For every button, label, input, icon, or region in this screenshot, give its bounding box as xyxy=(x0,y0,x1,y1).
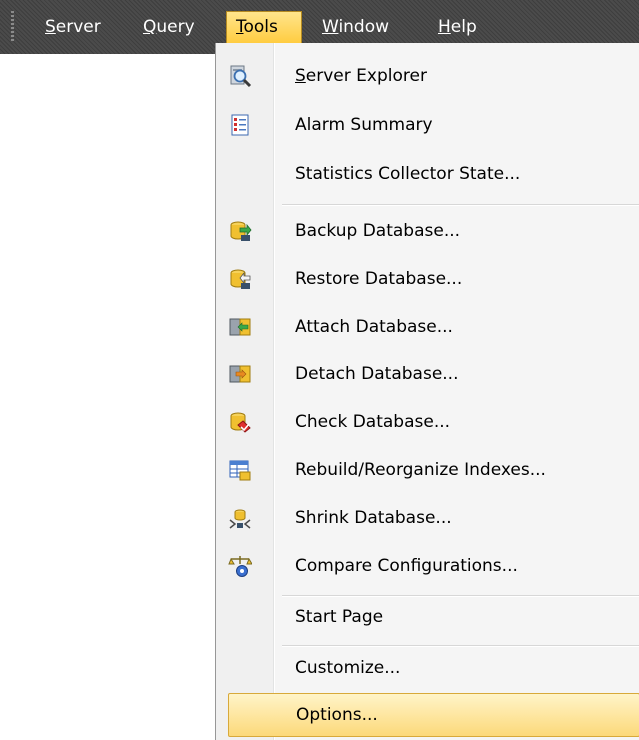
rebuild-indexes-icon xyxy=(229,460,251,481)
menu-item-label: Customize... xyxy=(295,658,401,678)
menu-server-accel: S xyxy=(45,17,56,37)
menu-window-accel: W xyxy=(322,17,339,37)
menu-server[interactable]: Server xyxy=(36,11,110,43)
menu-tools-accel: T xyxy=(236,17,244,37)
menu-item-label: Alarm Summary xyxy=(295,115,433,135)
menu-item-label: Shrink Database... xyxy=(295,508,452,528)
menu-item-label: Statistics Collector State... xyxy=(295,164,521,184)
restore-database-icon xyxy=(230,269,251,289)
detach-database-icon xyxy=(229,365,251,383)
magnifier-server-icon xyxy=(230,65,252,88)
menu-query-accel: Q xyxy=(143,17,157,37)
menu-tools[interactable]: Tools xyxy=(226,11,302,43)
menu-item-customize[interactable]: Customize... xyxy=(216,645,639,691)
shrink-database-icon xyxy=(229,509,251,529)
menu-query[interactable]: Query xyxy=(134,11,204,43)
menu-item-label: Compare Configurations... xyxy=(295,556,518,576)
toolbar-grip[interactable] xyxy=(11,11,14,43)
menu-item-label: Rebuild/Reorganize Indexes... xyxy=(295,460,546,480)
menu-server-label: erver xyxy=(55,17,101,37)
menu-separator xyxy=(282,204,639,206)
menu-item-check-database[interactable]: Check Database... xyxy=(216,399,639,445)
alarm-list-icon xyxy=(231,114,249,136)
attach-database-icon xyxy=(229,318,251,336)
menu-item-shrink-database[interactable]: Shrink Database... xyxy=(216,495,639,541)
menu-window[interactable]: Window xyxy=(313,11,398,43)
menu-window-label: indow xyxy=(338,17,390,37)
menu-tools-label: ools xyxy=(243,17,278,37)
menu-item-statistics-collector-state[interactable]: Statistics Collector State... xyxy=(216,151,639,197)
backup-database-icon xyxy=(230,221,252,241)
menu-item-label: Detach Database... xyxy=(295,364,459,384)
menu-item-label: Start Page xyxy=(295,607,384,627)
menu-item-detach-database[interactable]: Detach Database... xyxy=(216,351,639,397)
menu-query-label: uery xyxy=(156,17,195,37)
menu-item-label: Backup Database... xyxy=(295,221,461,241)
menu-item-alarm-summary[interactable]: Alarm Summary xyxy=(216,102,639,148)
menu-item-backup-database[interactable]: Backup Database... xyxy=(216,208,639,254)
menu-item-restore-database[interactable]: Restore Database... xyxy=(216,256,639,302)
menu-item-label: Options... xyxy=(296,705,378,725)
menu-item-label: Restore Database... xyxy=(295,269,463,289)
compare-configurations-icon xyxy=(228,556,252,577)
menu-help[interactable]: Help xyxy=(429,11,486,43)
menu-help-accel: H xyxy=(438,17,451,37)
menu-item-compare-configurations[interactable]: Compare Configurations... xyxy=(216,543,639,589)
menu-item-rebuild-reorganize-indexes[interactable]: Rebuild/Reorganize Indexes... xyxy=(216,447,639,493)
menu-help-label: elp xyxy=(450,17,477,37)
menu-item-options[interactable]: Options... xyxy=(228,693,639,737)
menu-item-label: Server Explorer xyxy=(295,66,427,86)
menu-item-start-page[interactable]: Start Page xyxy=(216,594,639,640)
menu-item-server-explorer[interactable]: Server Explorer xyxy=(216,53,639,99)
tools-dropdown-menu: Server Explorer Alarm Summary Statistics… xyxy=(215,43,639,740)
menu-item-label: Check Database... xyxy=(295,412,451,432)
menu-item-attach-database[interactable]: Attach Database... xyxy=(216,304,639,350)
menu-item-label: Attach Database... xyxy=(295,317,453,337)
check-database-icon xyxy=(230,412,251,433)
